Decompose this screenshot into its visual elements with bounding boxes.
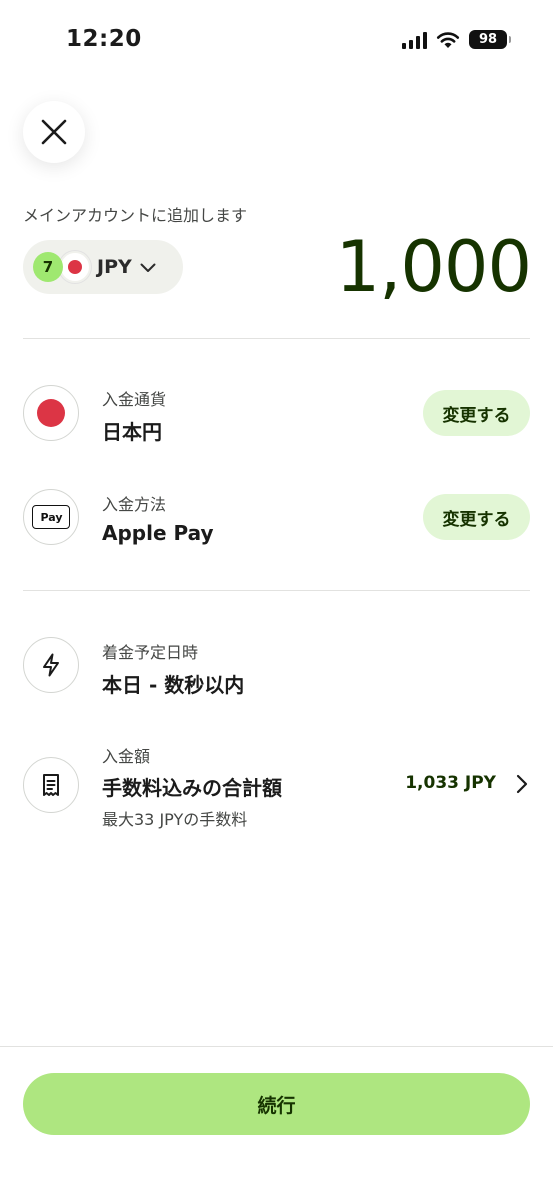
divider [23, 338, 530, 339]
change-method-button[interactable]: 変更する [423, 494, 530, 540]
deposit-currency-value: 日本円 [102, 420, 162, 444]
currency-flag-icon [23, 385, 79, 441]
total-with-fee-label: 手数料込みの合計額 [102, 776, 282, 800]
close-icon [41, 119, 67, 145]
fee-note: 最大33 JPYの手数料 [102, 810, 248, 829]
wise-logo-icon: 7 [33, 252, 63, 282]
continue-button[interactable]: 続行 [23, 1073, 530, 1135]
receipt-icon [23, 757, 79, 813]
deposit-method-label: 入金方法 [102, 495, 167, 514]
status-bar: 12:20 98 [0, 0, 553, 84]
deposit-currency-label: 入金通貨 [102, 390, 167, 409]
lightning-icon [23, 637, 79, 693]
total-amount[interactable]: 1,033 JPY [405, 773, 496, 793]
deposit-amount-label: 入金額 [102, 747, 151, 766]
status-time: 12:20 [66, 26, 142, 52]
divider [23, 590, 530, 591]
cellular-signal-icon [402, 31, 427, 49]
currency-selector[interactable]: 7 JPY [23, 240, 183, 294]
wifi-icon [436, 31, 460, 48]
currency-code: JPY [97, 256, 132, 278]
battery-icon: 98 [469, 30, 511, 49]
change-currency-button[interactable]: 変更する [423, 390, 530, 436]
chevron-right-icon[interactable] [516, 774, 528, 794]
arrival-value: 本日 - 数秒以内 [102, 673, 245, 697]
add-to-account-label: メインアカウントに追加します [23, 206, 248, 225]
apple-pay-icon: Pay [23, 489, 79, 545]
japan-flag-icon [59, 251, 91, 283]
status-icons: 98 [402, 30, 511, 49]
arrival-label: 着金予定日時 [102, 643, 199, 662]
chevron-down-icon [140, 263, 156, 272]
close-button[interactable] [23, 101, 85, 163]
deposit-method-value: Apple Pay [102, 521, 214, 545]
amount-input[interactable]: 1,000 [336, 226, 532, 308]
footer-divider [0, 1046, 553, 1047]
